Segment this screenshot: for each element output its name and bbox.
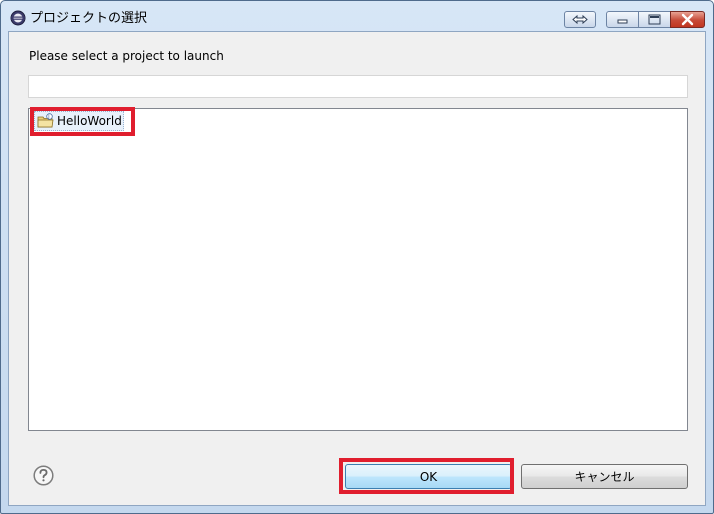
filter-input[interactable] xyxy=(28,75,688,98)
dialog-body: Please select a project to launch J Hell… xyxy=(8,31,706,506)
dialog-window: プロジェクトの選択 Please select a project to lau… xyxy=(0,0,714,514)
cancel-button[interactable]: キャンセル xyxy=(521,464,688,489)
svg-text:J: J xyxy=(47,114,49,120)
ok-button[interactable]: OK xyxy=(345,464,512,489)
close-icon xyxy=(681,13,694,26)
eclipse-app-icon xyxy=(10,10,26,26)
list-item[interactable]: J HelloWorld xyxy=(30,107,135,136)
project-list[interactable]: J HelloWorld xyxy=(28,107,688,431)
prompt-label: Please select a project to launch xyxy=(29,49,224,63)
minimize-icon xyxy=(617,19,628,24)
minimize-button[interactable] xyxy=(606,11,639,28)
maximize-button[interactable] xyxy=(638,11,671,28)
maximize-icon xyxy=(648,14,661,25)
project-label: HelloWorld xyxy=(57,114,122,128)
help-question-icon[interactable] xyxy=(33,465,54,486)
snap-arrows-button[interactable] xyxy=(564,11,596,28)
close-button[interactable] xyxy=(670,11,705,28)
window-title: プロジェクトの選択 xyxy=(30,11,148,26)
java-project-folder-icon: J xyxy=(37,113,54,128)
double-arrow-icon xyxy=(572,14,588,25)
